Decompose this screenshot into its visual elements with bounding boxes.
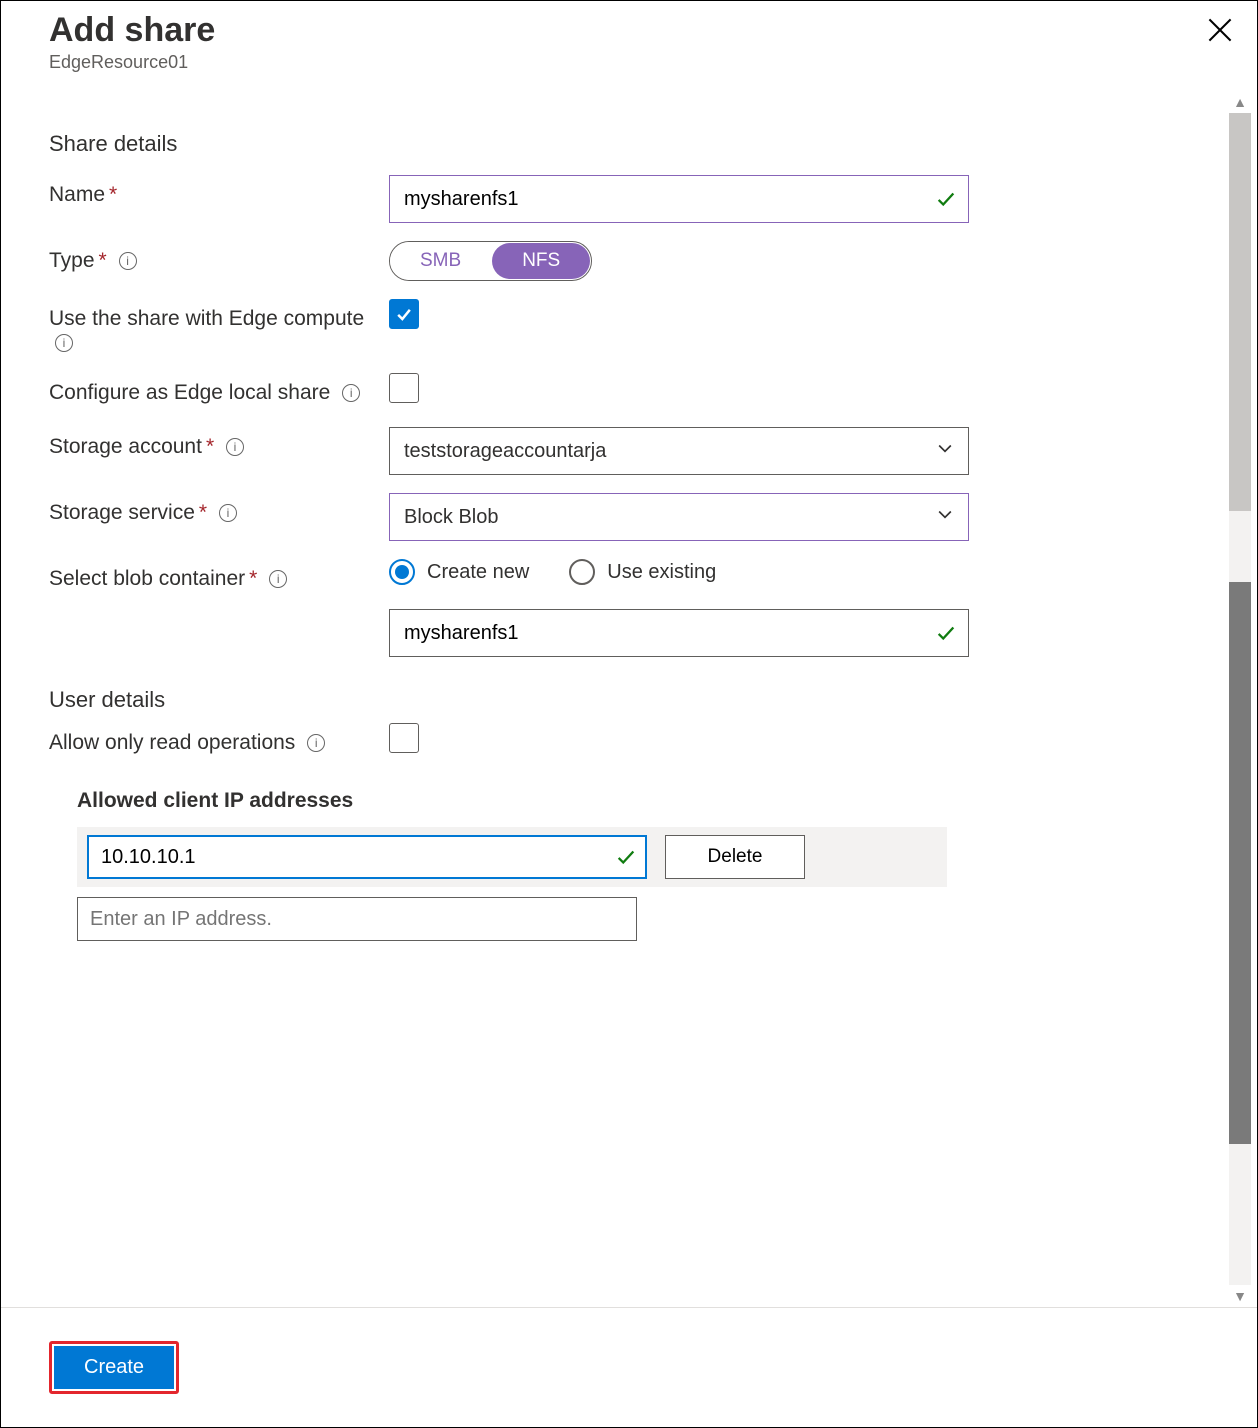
panel-footer: Create: [1, 1307, 1257, 1427]
required-asterisk: *: [99, 249, 107, 272]
storage-service-select[interactable]: Block Blob: [389, 493, 969, 541]
local-share-checkbox[interactable]: [389, 373, 419, 403]
name-input[interactable]: [389, 175, 969, 223]
info-icon[interactable]: i: [269, 570, 287, 588]
storage-service-label: Storage service: [49, 501, 195, 524]
create-highlight: Create: [49, 1341, 179, 1394]
scrollbar-thumb[interactable]: [1229, 582, 1251, 1145]
row-local-share: Configure as Edge local share i: [49, 373, 1209, 409]
info-icon[interactable]: i: [219, 504, 237, 522]
storage-account-label: Storage account: [49, 435, 202, 458]
row-storage-account: Storage account* i teststorageaccountarj…: [49, 427, 1209, 475]
form-scroll-area: Share details Name* Type* i: [1, 91, 1257, 1307]
radio-create-new[interactable]: Create new: [389, 559, 529, 585]
scroll-up-icon[interactable]: ▲: [1229, 91, 1251, 113]
scrollbar-thumb[interactable]: [1229, 113, 1251, 511]
ip-row: Delete: [77, 827, 947, 887]
required-asterisk: *: [206, 435, 214, 458]
name-label: Name: [49, 183, 105, 206]
type-option-nfs[interactable]: NFS: [492, 243, 590, 279]
row-storage-service: Storage service* i Block Blob: [49, 493, 1209, 541]
row-name: Name*: [49, 175, 1209, 223]
edge-compute-label: Use the share with Edge compute: [49, 307, 364, 330]
edge-compute-checkbox[interactable]: [389, 299, 419, 329]
scrollbar[interactable]: ▲ ▼: [1229, 91, 1251, 1307]
radio-use-existing[interactable]: Use existing: [569, 559, 716, 585]
info-icon[interactable]: i: [307, 734, 325, 752]
info-icon[interactable]: i: [226, 438, 244, 456]
row-blob-container: Select blob container* i Create new Use …: [49, 559, 1209, 591]
blob-container-label: Select blob container: [49, 567, 245, 590]
allowed-ip-block: Allowed client IP addresses Delete: [49, 789, 1209, 887]
ip-placeholder-row: [49, 897, 1209, 941]
scrollbar-track[interactable]: [1229, 113, 1251, 1285]
radio-create-new-label: Create new: [427, 561, 529, 584]
radio-use-existing-label: Use existing: [607, 561, 716, 584]
info-icon[interactable]: i: [119, 252, 137, 270]
required-asterisk: *: [249, 567, 257, 590]
info-icon[interactable]: i: [342, 384, 360, 402]
row-blob-container-name: [49, 609, 1209, 657]
storage-service-value: Block Blob: [404, 506, 499, 528]
panel-subtitle: EdgeResource01: [49, 52, 1209, 73]
read-only-checkbox[interactable]: [389, 723, 419, 753]
radio-circle-icon: [569, 559, 595, 585]
type-toggle: SMB NFS: [389, 241, 592, 281]
row-edge-compute: Use the share with Edge compute i: [49, 299, 1209, 355]
read-only-label: Allow only read operations: [49, 731, 295, 754]
panel-title: Add share: [49, 11, 1209, 50]
row-type: Type* i SMB NFS: [49, 241, 1209, 281]
row-read-only: Allow only read operations i: [49, 723, 1209, 759]
type-label: Type: [49, 249, 95, 272]
close-icon[interactable]: [1205, 15, 1235, 45]
required-asterisk: *: [199, 501, 207, 524]
ip-input[interactable]: [87, 835, 647, 879]
storage-account-value: teststorageaccountarja: [404, 440, 606, 462]
delete-ip-button[interactable]: Delete: [665, 835, 805, 879]
required-asterisk: *: [109, 183, 117, 206]
storage-account-select[interactable]: teststorageaccountarja: [389, 427, 969, 475]
blob-container-name-input[interactable]: [389, 609, 969, 657]
type-option-smb[interactable]: SMB: [390, 242, 491, 280]
panel-header: Add share EdgeResource01: [1, 1, 1257, 73]
ip-placeholder-input[interactable]: [77, 897, 637, 941]
add-share-panel: Add share EdgeResource01 Share details N…: [0, 0, 1258, 1428]
scroll-down-icon[interactable]: ▼: [1229, 1285, 1251, 1307]
allowed-ip-title: Allowed client IP addresses: [77, 789, 1209, 813]
section-user-details: User details: [49, 687, 1209, 713]
local-share-label: Configure as Edge local share: [49, 381, 330, 404]
radio-circle-icon: [389, 559, 415, 585]
create-button[interactable]: Create: [54, 1346, 174, 1389]
section-share-details: Share details: [49, 131, 1209, 157]
info-icon[interactable]: i: [55, 334, 73, 352]
